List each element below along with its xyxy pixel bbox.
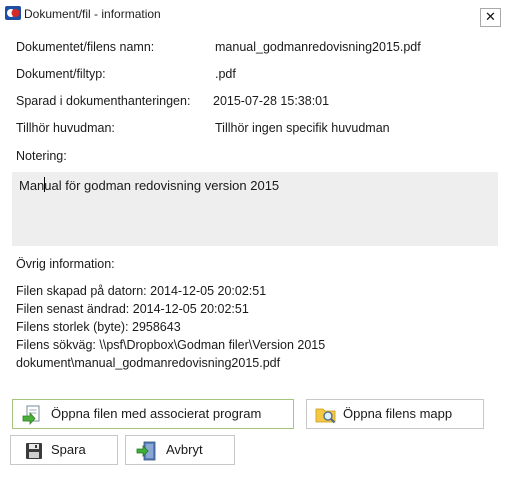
open-file-icon [21, 404, 43, 426]
other-info-heading: Övrig information: [16, 257, 115, 271]
folder-search-icon [315, 404, 337, 426]
save-button[interactable]: Spara [10, 435, 118, 465]
title-bar: Dokument/fil - information ✕ [0, 0, 508, 28]
file-type-value: .pdf [215, 67, 236, 81]
principal-label: Tillhör huvudman: [16, 121, 115, 135]
created-info: Filen skapad på datorn: 2014-12-05 20:02… [16, 284, 267, 298]
open-file-button-label: Öppna filen med associerat program [51, 406, 262, 421]
open-folder-button[interactable]: Öppna filens mapp [306, 399, 484, 429]
saved-label: Sparad i dokumenthanteringen: [16, 94, 191, 108]
path-info-line1: Filens sökväg: \\psf\Dropbox\Godman file… [16, 338, 326, 352]
note-field[interactable]: Manual för godman redovisning version 20… [12, 172, 498, 246]
save-button-label: Spara [51, 442, 86, 457]
note-label: Notering: [16, 149, 67, 163]
window-title: Dokument/fil - information [24, 7, 161, 21]
note-text: Manual för godman redovisning version 20… [19, 178, 280, 193]
modified-info: Filen senast ändrad: 2014-12-05 20:02:51 [16, 302, 249, 316]
file-name-value: manual_godmanredovisning2015.pdf [215, 40, 421, 54]
close-button[interactable]: ✕ [480, 8, 501, 27]
open-folder-button-label: Öppna filens mapp [343, 406, 453, 421]
cancel-button[interactable]: Avbryt [125, 435, 235, 465]
exit-door-icon [136, 440, 158, 462]
open-file-button[interactable]: Öppna filen med associerat program [12, 399, 294, 429]
file-type-label: Dokument/filtyp: [16, 67, 106, 81]
principal-value: Tillhör ingen specifik huvudman [215, 121, 390, 135]
app-logo-icon [5, 6, 21, 20]
path-info-line2: dokument\manual_godmanredovisning2015.pd… [16, 356, 281, 370]
text-cursor [44, 177, 45, 192]
file-name-label: Dokumentet/filens namn: [16, 40, 155, 54]
size-info: Filens storlek (byte): 2958643 [16, 320, 181, 334]
saved-value: 2015-07-28 15:38:01 [213, 94, 330, 108]
floppy-disk-icon [23, 440, 45, 462]
cancel-button-label: Avbryt [166, 442, 203, 457]
